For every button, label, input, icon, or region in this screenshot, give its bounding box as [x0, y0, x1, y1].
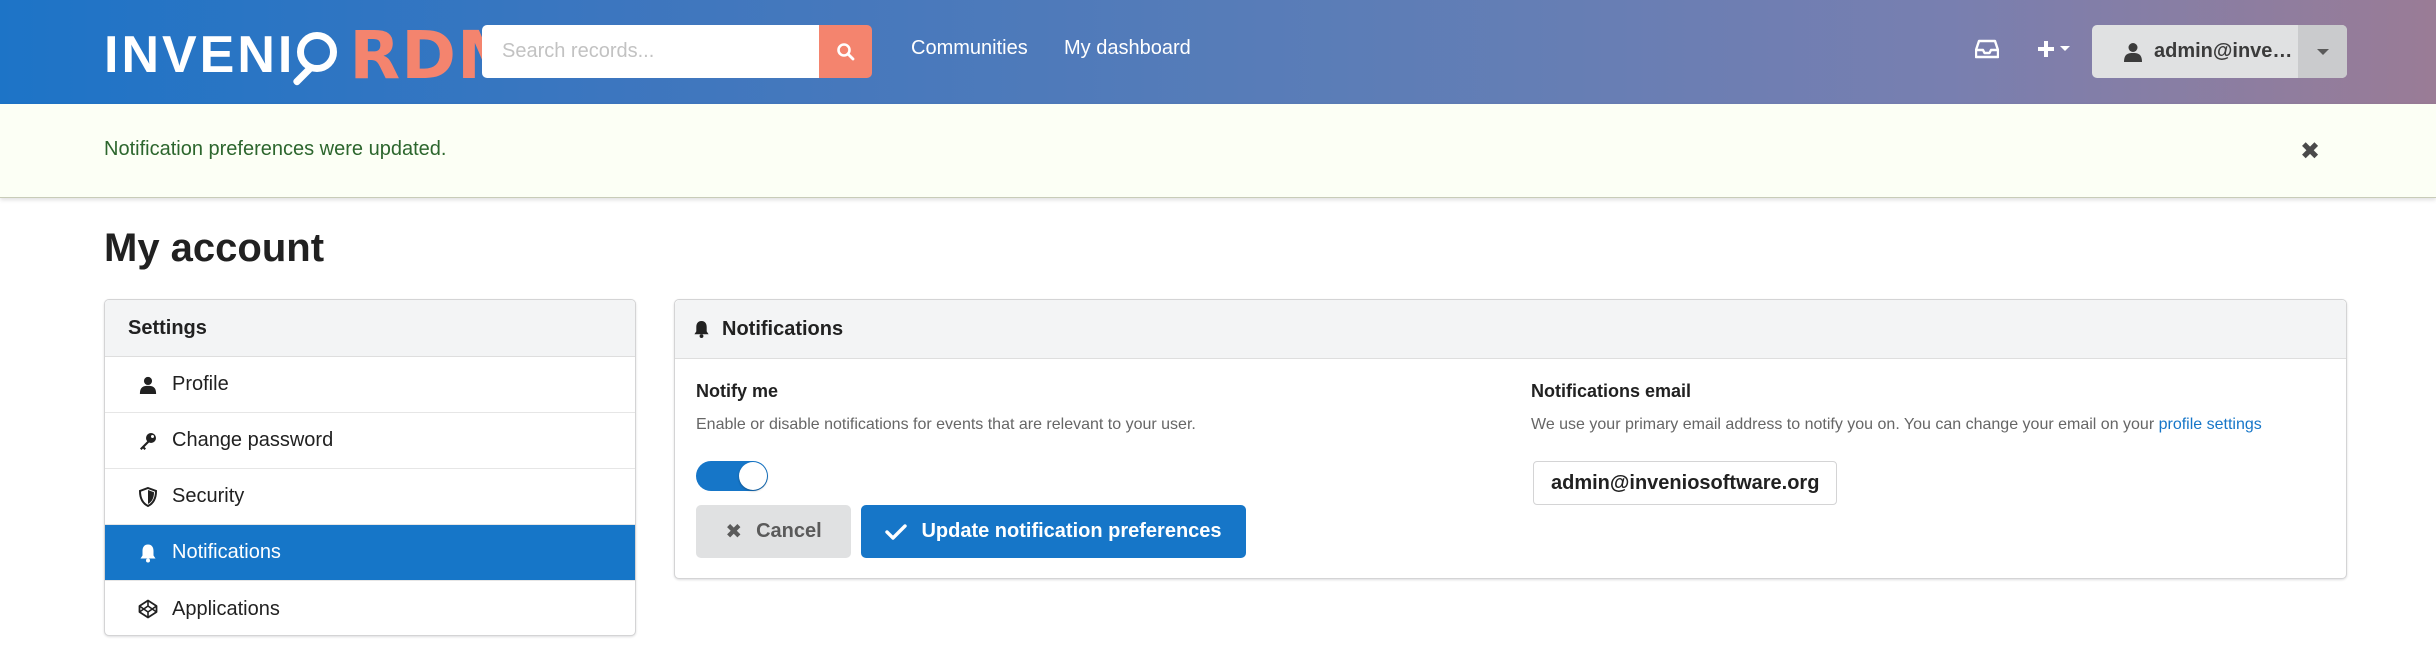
- search-button[interactable]: [819, 25, 872, 78]
- profile-settings-link[interactable]: profile settings: [2159, 416, 2262, 433]
- notifications-panel: Notifications Notify me Enable or disabl…: [674, 299, 2347, 579]
- notifications-email-label: Notifications email: [1531, 381, 1692, 401]
- shield-icon: [138, 486, 158, 507]
- user-button[interactable]: admin@inveniosoftware.org: [2092, 25, 2298, 78]
- search-input[interactable]: [482, 25, 819, 78]
- sidebar-item-label: Change password: [172, 429, 334, 451]
- sidebar-item-profile[interactable]: Profile: [105, 357, 635, 413]
- panel-title: Notifications: [722, 317, 844, 340]
- nav-dashboard-link[interactable]: My dashboard: [1064, 37, 1191, 60]
- key-icon: [138, 431, 158, 451]
- notify-me-toggle[interactable]: [696, 461, 768, 491]
- user-email-label: admin@inveniosoftware.org: [2154, 40, 2294, 62]
- bell-icon: [693, 319, 710, 339]
- email-description-text: We use your primary email address to not…: [1531, 416, 2155, 433]
- page-title: My account: [104, 226, 325, 270]
- settings-menu-header: Settings: [105, 300, 635, 357]
- notify-me-label: Notify me: [696, 381, 779, 401]
- sidebar-item-label: Security: [172, 485, 245, 507]
- cancel-button[interactable]: ✖ Cancel: [696, 505, 851, 558]
- cancel-button-label: Cancel: [756, 520, 822, 542]
- inbox-button[interactable]: [1975, 34, 1999, 64]
- close-icon[interactable]: ✖: [2300, 140, 2320, 164]
- codepen-icon: [138, 599, 158, 619]
- sidebar-item-notifications[interactable]: Notifications: [105, 525, 635, 581]
- nav-communities-link[interactable]: Communities: [911, 37, 1028, 60]
- create-menu-button[interactable]: [2036, 34, 2071, 64]
- settings-menu: Settings Profile Change password Securit…: [104, 299, 636, 636]
- chevron-down-icon: [2060, 46, 2070, 51]
- logo-text: INVENI: [104, 26, 296, 84]
- search-bar: [482, 25, 872, 78]
- sidebar-item-label: Profile: [172, 373, 229, 395]
- notifications-panel-header: Notifications: [675, 300, 2346, 359]
- search-icon: [836, 42, 854, 60]
- user-icon: [138, 375, 158, 395]
- notifications-email-description: We use your primary email address to not…: [1531, 416, 2262, 434]
- toggle-knob: [739, 462, 767, 490]
- update-preferences-button[interactable]: Update notification preferences: [861, 505, 1246, 558]
- top-header: INVENI RDM Communities My dashboard: [0, 0, 2436, 104]
- notify-me-description: Enable or disable notifications for even…: [696, 416, 1196, 433]
- bell-icon: [138, 543, 158, 563]
- sidebar-item-security[interactable]: Security: [105, 469, 635, 525]
- logo-magnifier-icon: [292, 16, 345, 94]
- success-flash-message: Notification preferences were updated. ✖: [0, 104, 2436, 198]
- close-icon: ✖: [725, 521, 743, 543]
- invenio-rdm-logo[interactable]: INVENI RDM: [104, 16, 524, 94]
- sidebar-item-applications[interactable]: Applications: [105, 581, 635, 635]
- chevron-down-icon: [2316, 48, 2329, 55]
- sidebar-item-change-password[interactable]: Change password: [105, 413, 635, 469]
- user-dropdown-toggle[interactable]: [2298, 25, 2347, 78]
- user-icon: [2124, 42, 2142, 62]
- update-button-label: Update notification preferences: [921, 520, 1222, 542]
- user-menu: admin@inveniosoftware.org: [2092, 25, 2347, 78]
- flash-message-text: Notification preferences were updated.: [104, 138, 447, 160]
- inbox-icon: [1975, 39, 1999, 59]
- sidebar-item-label: Notifications: [172, 541, 281, 563]
- check-icon: [885, 523, 908, 540]
- plus-icon: [2038, 41, 2054, 57]
- notifications-email-value: admin@inveniosoftware.org: [1533, 461, 1838, 505]
- sidebar-item-label: Applications: [172, 597, 280, 620]
